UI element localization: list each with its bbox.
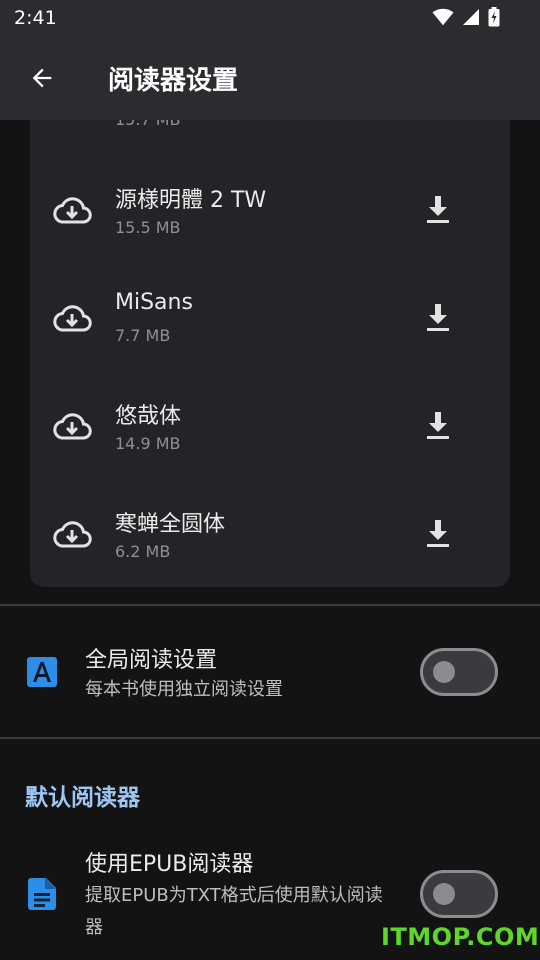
download-icon[interactable] [424,519,452,549]
watermark: ITMOP.COM [381,923,540,951]
status-bar: 2:41 [0,0,540,36]
global-reading-toggle[interactable] [420,648,498,696]
divider [0,737,540,739]
partial-font-size: 15.7 MB [115,110,181,129]
font-file-size: 14.9 MB [115,434,181,453]
page-title: 阅读器设置 [108,66,239,96]
global-reading-setting[interactable]: 全局阅读设置 每本书使用独立阅读设置 [0,606,540,736]
font-name: MiSans [115,290,193,315]
font-download-card: 15.7 MB 源様明體 2 TW 15.5 MB MiSans 7.7 MB [30,100,510,587]
font-name: 源様明體 2 TW [115,188,267,213]
epub-reader-title: 使用EPUB阅读器 [85,852,254,877]
epub-reader-toggle[interactable] [420,870,498,918]
font-file-size: 6.2 MB [115,542,171,561]
font-file-size: 7.7 MB [115,326,171,345]
font-list-item[interactable]: MiSans 7.7 MB [30,268,510,368]
cloud-download-icon [53,521,92,548]
font-name: 寒蝉全圆体 [115,512,226,537]
global-reading-subtitle: 每本书使用独立阅读设置 [85,679,283,700]
toggle-knob [433,883,455,905]
status-icons [432,7,500,27]
back-button[interactable] [22,58,62,98]
font-file-size: 15.5 MB [115,218,181,237]
download-icon[interactable] [424,411,452,441]
cloud-download-icon [53,197,92,224]
font-list-item[interactable]: 寒蝉全圆体 6.2 MB [30,484,510,584]
status-time: 2:41 [14,7,57,29]
toggle-knob [433,661,455,683]
font-list-item[interactable]: 源様明體 2 TW 15.5 MB [30,160,510,260]
battery-icon [488,7,500,27]
screen: 2:41 阅读器设置 15.7 MB 源様明體 2 TW 15.5 MB MiS… [0,0,540,960]
letter-a-icon [33,662,51,682]
arrow-back-icon [32,68,52,88]
font-name: 悠哉体 [115,404,182,429]
cloud-download-icon [53,413,92,440]
section-header-default-reader: 默认阅读器 [25,785,140,811]
font-list-item[interactable]: 悠哉体 14.9 MB [30,376,510,476]
epub-reader-subtitle: 提取EPUB为TXT格式后使用默认阅读器 [85,885,383,938]
font-a-icon [27,657,57,687]
document-icon [28,878,56,910]
cloud-download-icon [53,305,92,332]
wifi-icon [432,8,454,26]
global-reading-title: 全局阅读设置 [85,648,218,673]
download-icon[interactable] [424,195,452,225]
signal-icon [463,9,479,25]
download-icon[interactable] [424,303,452,333]
